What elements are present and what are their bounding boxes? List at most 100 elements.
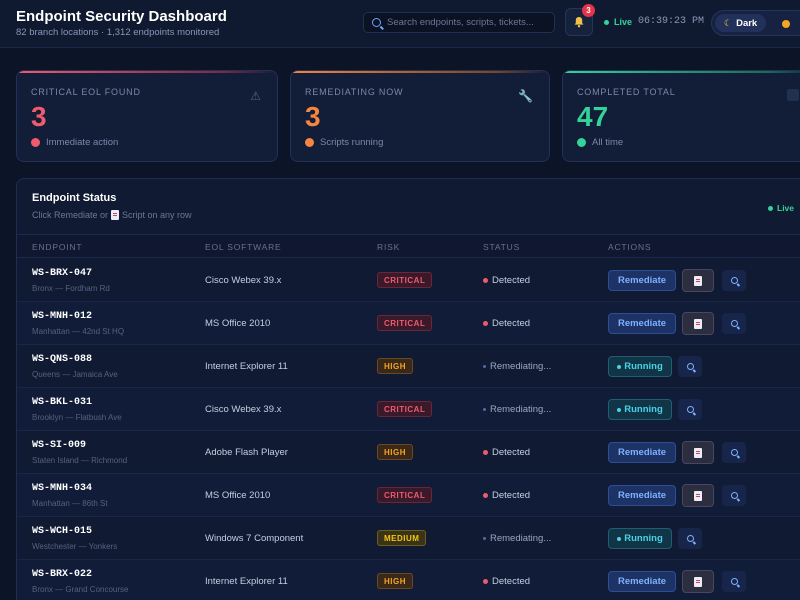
panel-live-label: Live [777, 203, 795, 213]
remediate-button[interactable]: Remediate [608, 571, 676, 592]
bell-icon [574, 17, 584, 28]
inspect-button[interactable] [678, 399, 702, 420]
stat-label: CRITICAL EOL FOUND [31, 87, 141, 97]
script-button[interactable] [682, 441, 714, 464]
card-accent-bar [291, 71, 549, 73]
table-row[interactable]: WS-QNS-088 Queens — Jamaica Ave Internet E… [17, 345, 800, 388]
table-row[interactable]: WS-WCH-015 Westchester — Yonkers Windows 7… [17, 517, 800, 560]
endpoint-location: Brooklyn — Flatbush Ave [32, 413, 122, 422]
remediate-button[interactable]: Remediate [608, 313, 676, 334]
stat-card-completed: COMPLETED TOTAL 47 All time [562, 70, 800, 162]
script-button[interactable] [682, 484, 714, 507]
endpoint-id[interactable]: WS-QNS-088 [32, 354, 92, 365]
endpoint-location: Bronx — Fordham Rd [32, 284, 110, 293]
column-header-risk[interactable]: RISK [377, 242, 400, 252]
running-button[interactable]: Running [608, 528, 672, 549]
script-button[interactable] [682, 312, 714, 335]
eol-software: MS Office 2010 [205, 490, 271, 501]
page-title: Endpoint Security Dashboard [16, 8, 227, 25]
status-cell: Detected [483, 490, 530, 501]
column-header-status[interactable]: STATUS [483, 242, 520, 252]
running-button[interactable]: Running [608, 356, 672, 377]
theme-dark-option[interactable]: ☾ Dark [715, 14, 767, 32]
magnifier-icon [730, 578, 738, 585]
table-row[interactable]: WS-BRX-047 Bronx — Fordham Rd Cisco Webex … [17, 259, 800, 302]
endpoint-id[interactable]: WS-MNH-034 [32, 483, 92, 494]
table-row[interactable]: WS-MNH-012 Manhattan — 42nd St HQ MS Offic… [17, 302, 800, 345]
endpoint-location: Queens — Jamaica Ave [32, 370, 118, 379]
running-dot-icon [617, 536, 622, 541]
script-doc-icon [694, 275, 702, 286]
endpoint-location: Westchester — Yonkers [32, 542, 118, 551]
hint-text-end: Script on any row [122, 210, 192, 220]
column-header-endpoint[interactable]: ENDPOINT [32, 242, 82, 252]
table-row[interactable]: WS-MNH-034 Manhattan — 86th St MS Office 2… [17, 474, 800, 517]
check-icon [787, 89, 799, 101]
wrench-icon: 🔧 [518, 89, 533, 103]
search-icon [372, 18, 381, 27]
eol-software: MS Office 2010 [205, 318, 271, 329]
remediate-button[interactable]: Remediate [608, 442, 676, 463]
risk-badge: CRITICAL [377, 487, 433, 503]
stat-caption-text: All time [592, 137, 624, 148]
inspect-button[interactable] [722, 571, 746, 592]
endpoint-id[interactable]: WS-BRX-022 [32, 569, 92, 580]
status-text: Detected [492, 447, 531, 458]
endpoint-id[interactable]: WS-WCH-015 [32, 526, 92, 537]
panel-title: Endpoint Status [32, 192, 117, 204]
eol-software: Windows 7 Component [205, 533, 304, 544]
status-text: Remediating... [490, 361, 552, 372]
warning-icon: ⚠ [250, 89, 261, 103]
live-indicator: Live [604, 17, 632, 27]
running-button[interactable]: Running [608, 399, 672, 420]
stat-caption: All time [577, 137, 623, 148]
risk-badge: HIGH [377, 573, 413, 589]
risk-badge: CRITICAL [377, 401, 433, 417]
stat-value: 3 [31, 101, 47, 132]
table-row[interactable]: WS-SI-009 Staten Island — Richmond Adobe F… [17, 431, 800, 474]
risk-badge: HIGH [377, 444, 413, 460]
search-box[interactable] [363, 12, 555, 33]
top-header: Endpoint Security Dashboard 82 branch lo… [0, 0, 800, 48]
status-cell: Detected [483, 318, 530, 329]
endpoint-status-panel: Endpoint Status Click Remediate or Scrip… [16, 178, 800, 600]
script-button[interactable] [682, 269, 714, 292]
inspect-button[interactable] [722, 485, 746, 506]
table-row[interactable]: WS-BRX-022 Bronx — Grand Concourse Interne… [17, 560, 800, 600]
script-doc-icon [694, 490, 702, 501]
endpoint-id[interactable]: WS-BRX-047 [32, 268, 92, 279]
stat-label: COMPLETED TOTAL [577, 87, 676, 97]
inspect-button[interactable] [722, 313, 746, 334]
endpoint-location: Manhattan — 42nd St HQ [32, 327, 125, 336]
magnifier-icon [730, 320, 738, 327]
script-doc-icon [694, 576, 702, 587]
live-dot-icon [768, 205, 773, 211]
theme-toggle[interactable]: ☾ Dark [711, 10, 800, 36]
magnifier-icon [730, 492, 738, 499]
stat-card-critical: CRITICAL EOL FOUND 3 Immediate action ⚠ [16, 70, 278, 162]
status-dot-icon [483, 493, 488, 498]
running-dot-icon [617, 364, 622, 369]
inspect-button[interactable] [722, 442, 746, 463]
inspect-button[interactable] [722, 270, 746, 291]
inspect-button[interactable] [678, 356, 702, 377]
running-label: Running [624, 533, 663, 544]
table-row[interactable]: WS-BKL-031 Brooklyn — Flatbush Ave Cisco W… [17, 388, 800, 431]
column-header-eol-software[interactable]: EOL SOFTWARE [205, 242, 282, 252]
inspect-button[interactable] [678, 528, 702, 549]
panel-live-indicator: Live [768, 203, 794, 213]
remediate-button[interactable]: Remediate [608, 485, 676, 506]
status-cell: Detected [483, 447, 530, 458]
remediate-button[interactable]: Remediate [608, 270, 676, 291]
script-button[interactable] [682, 570, 714, 593]
status-text: Detected [492, 318, 531, 329]
endpoint-id[interactable]: WS-BKL-031 [32, 397, 92, 408]
eol-software: Internet Explorer 11 [205, 361, 288, 372]
endpoint-id[interactable]: WS-SI-009 [32, 440, 86, 451]
magnifier-icon [686, 535, 694, 542]
endpoint-id[interactable]: WS-MNH-012 [32, 311, 92, 322]
stat-label: REMEDIATING NOW [305, 87, 404, 97]
sun-icon[interactable] [782, 20, 790, 28]
status-text: Detected [492, 275, 531, 286]
search-input[interactable] [387, 17, 547, 28]
